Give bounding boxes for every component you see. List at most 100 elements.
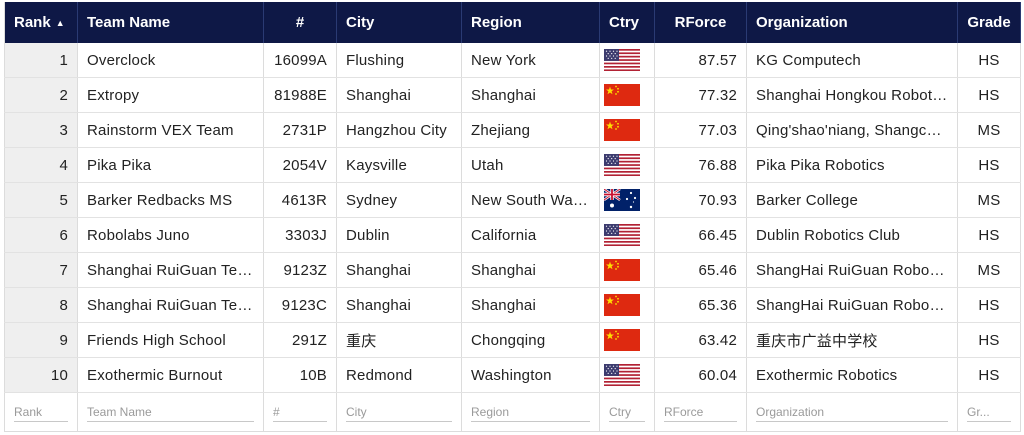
- filter-cell-rforce: [654, 392, 747, 432]
- filter-input-city[interactable]: [346, 402, 452, 422]
- organization-cell: 重庆市广益中学校: [746, 322, 958, 358]
- team-name-cell: Friends High School: [77, 322, 264, 358]
- cn-flag-icon: [604, 329, 640, 351]
- country-cell: [599, 322, 655, 358]
- grade-cell: MS: [957, 182, 1021, 218]
- us-flag-icon: [604, 154, 640, 176]
- city-cell: Dublin: [336, 217, 462, 253]
- region-cell: Shanghai: [461, 252, 600, 288]
- grade-cell: HS: [957, 147, 1021, 183]
- rforce-cell: 87.57: [654, 43, 747, 78]
- region-cell: Zhejiang: [461, 112, 600, 148]
- filter-input-number[interactable]: [273, 402, 327, 422]
- rank-cell: 4: [4, 147, 78, 183]
- column-header-number[interactable]: #: [263, 2, 337, 43]
- column-header-rforce[interactable]: RForce: [654, 2, 747, 43]
- organization-cell: Barker College: [746, 182, 958, 218]
- rforce-cell: 77.32: [654, 77, 747, 113]
- table-row[interactable]: 4 Pika Pika 2054V Kaysville Utah 76.88 P…: [4, 147, 1021, 183]
- table-row[interactable]: 6 Robolabs Juno 3303J Dublin California …: [4, 217, 1021, 253]
- filter-input-team-name[interactable]: [87, 402, 254, 422]
- grade-cell: HS: [957, 43, 1021, 78]
- country-cell: [599, 287, 655, 323]
- table-row[interactable]: 1 Overclock 16099A Flushing New York 87.…: [4, 43, 1021, 78]
- rank-cell: 1: [4, 43, 78, 78]
- table-row[interactable]: 2 Extropy 81988E Shanghai Shanghai 77.32…: [4, 77, 1021, 113]
- table-row[interactable]: 7 Shanghai RuiGuan Team 9123Z Shanghai S…: [4, 252, 1021, 288]
- table-row[interactable]: 10 Exothermic Burnout 10B Redmond Washin…: [4, 357, 1021, 393]
- country-cell: [599, 252, 655, 288]
- rank-cell: 10: [4, 357, 78, 393]
- organization-cell: Pika Pika Robotics: [746, 147, 958, 183]
- grade-cell: HS: [957, 77, 1021, 113]
- filter-cell-number: [263, 392, 337, 432]
- filter-input-rforce[interactable]: [664, 402, 737, 422]
- au-flag-icon: [604, 189, 640, 211]
- grade-cell: MS: [957, 112, 1021, 148]
- organization-cell: Qing'shao'niang, Shangcheng: [746, 112, 958, 148]
- team-number-cell: 2054V: [263, 147, 337, 183]
- team-number-cell: 4613R: [263, 182, 337, 218]
- team-name-cell: Rainstorm VEX Team: [77, 112, 264, 148]
- rank-cell: 3: [4, 112, 78, 148]
- rank-cell: 6: [4, 217, 78, 253]
- rforce-cell: 76.88: [654, 147, 747, 183]
- rforce-cell: 60.04: [654, 357, 747, 393]
- team-number-cell: 10B: [263, 357, 337, 393]
- filter-input-rank[interactable]: [14, 402, 68, 422]
- country-cell: [599, 112, 655, 148]
- city-cell: Hangzhou City: [336, 112, 462, 148]
- city-cell: Shanghai: [336, 77, 462, 113]
- table-row[interactable]: 8 Shanghai RuiGuan Team 9123C Shanghai S…: [4, 287, 1021, 323]
- rank-cell: 9: [4, 322, 78, 358]
- grade-cell: HS: [957, 217, 1021, 253]
- city-cell: Kaysville: [336, 147, 462, 183]
- filter-input-grade[interactable]: [967, 402, 1011, 422]
- filter-cell-city: [336, 392, 462, 432]
- team-name-cell: Barker Redbacks MS: [77, 182, 264, 218]
- region-cell: California: [461, 217, 600, 253]
- column-header-country[interactable]: Ctry: [599, 2, 655, 43]
- column-header-rank[interactable]: Rank ▲: [4, 2, 78, 43]
- region-cell: Shanghai: [461, 77, 600, 113]
- column-header-city[interactable]: City: [336, 2, 462, 43]
- filter-cell-region: [461, 392, 600, 432]
- rankings-table-container: Rank ▲ Team Name # City Region Ctry RForc…: [4, 2, 1021, 432]
- city-cell: Shanghai: [336, 287, 462, 323]
- organization-cell: Exothermic Robotics: [746, 357, 958, 393]
- team-name-cell: Robolabs Juno: [77, 217, 264, 253]
- column-header-grade[interactable]: Grade: [957, 2, 1021, 43]
- us-flag-icon: [604, 364, 640, 386]
- table-body: 1 Overclock 16099A Flushing New York 87.…: [4, 43, 1021, 393]
- filter-input-country[interactable]: [609, 402, 645, 422]
- team-number-cell: 9123Z: [263, 252, 337, 288]
- team-number-cell: 9123C: [263, 287, 337, 323]
- region-cell: New South Wales: [461, 182, 600, 218]
- filter-input-region[interactable]: [471, 402, 590, 422]
- city-cell: Redmond: [336, 357, 462, 393]
- country-cell: [599, 182, 655, 218]
- column-header-organization[interactable]: Organization: [746, 2, 958, 43]
- filter-cell-country: [599, 392, 655, 432]
- filter-cell-rank: [4, 392, 78, 432]
- rforce-cell: 66.45: [654, 217, 747, 253]
- column-header-team-name[interactable]: Team Name: [77, 2, 264, 43]
- filter-cell-team-name: [77, 392, 264, 432]
- us-flag-icon: [604, 49, 640, 71]
- region-cell: New York: [461, 43, 600, 78]
- filter-input-organization[interactable]: [756, 402, 948, 422]
- rankings-table: Rank ▲ Team Name # City Region Ctry RForc…: [4, 2, 1021, 432]
- team-name-cell: Overclock: [77, 43, 264, 78]
- table-row[interactable]: 5 Barker Redbacks MS 4613R Sydney New So…: [4, 182, 1021, 218]
- cn-flag-icon: [604, 119, 640, 141]
- column-header-region[interactable]: Region: [461, 2, 600, 43]
- city-cell: Flushing: [336, 43, 462, 78]
- table-row[interactable]: 9 Friends High School 291Z 重庆 Chongqing …: [4, 322, 1021, 358]
- table-row[interactable]: 3 Rainstorm VEX Team 2731P Hangzhou City…: [4, 112, 1021, 148]
- grade-cell: HS: [957, 287, 1021, 323]
- team-name-cell: Pika Pika: [77, 147, 264, 183]
- team-name-cell: Shanghai RuiGuan Team: [77, 287, 264, 323]
- us-flag-icon: [604, 224, 640, 246]
- region-cell: Shanghai: [461, 287, 600, 323]
- rank-cell: 8: [4, 287, 78, 323]
